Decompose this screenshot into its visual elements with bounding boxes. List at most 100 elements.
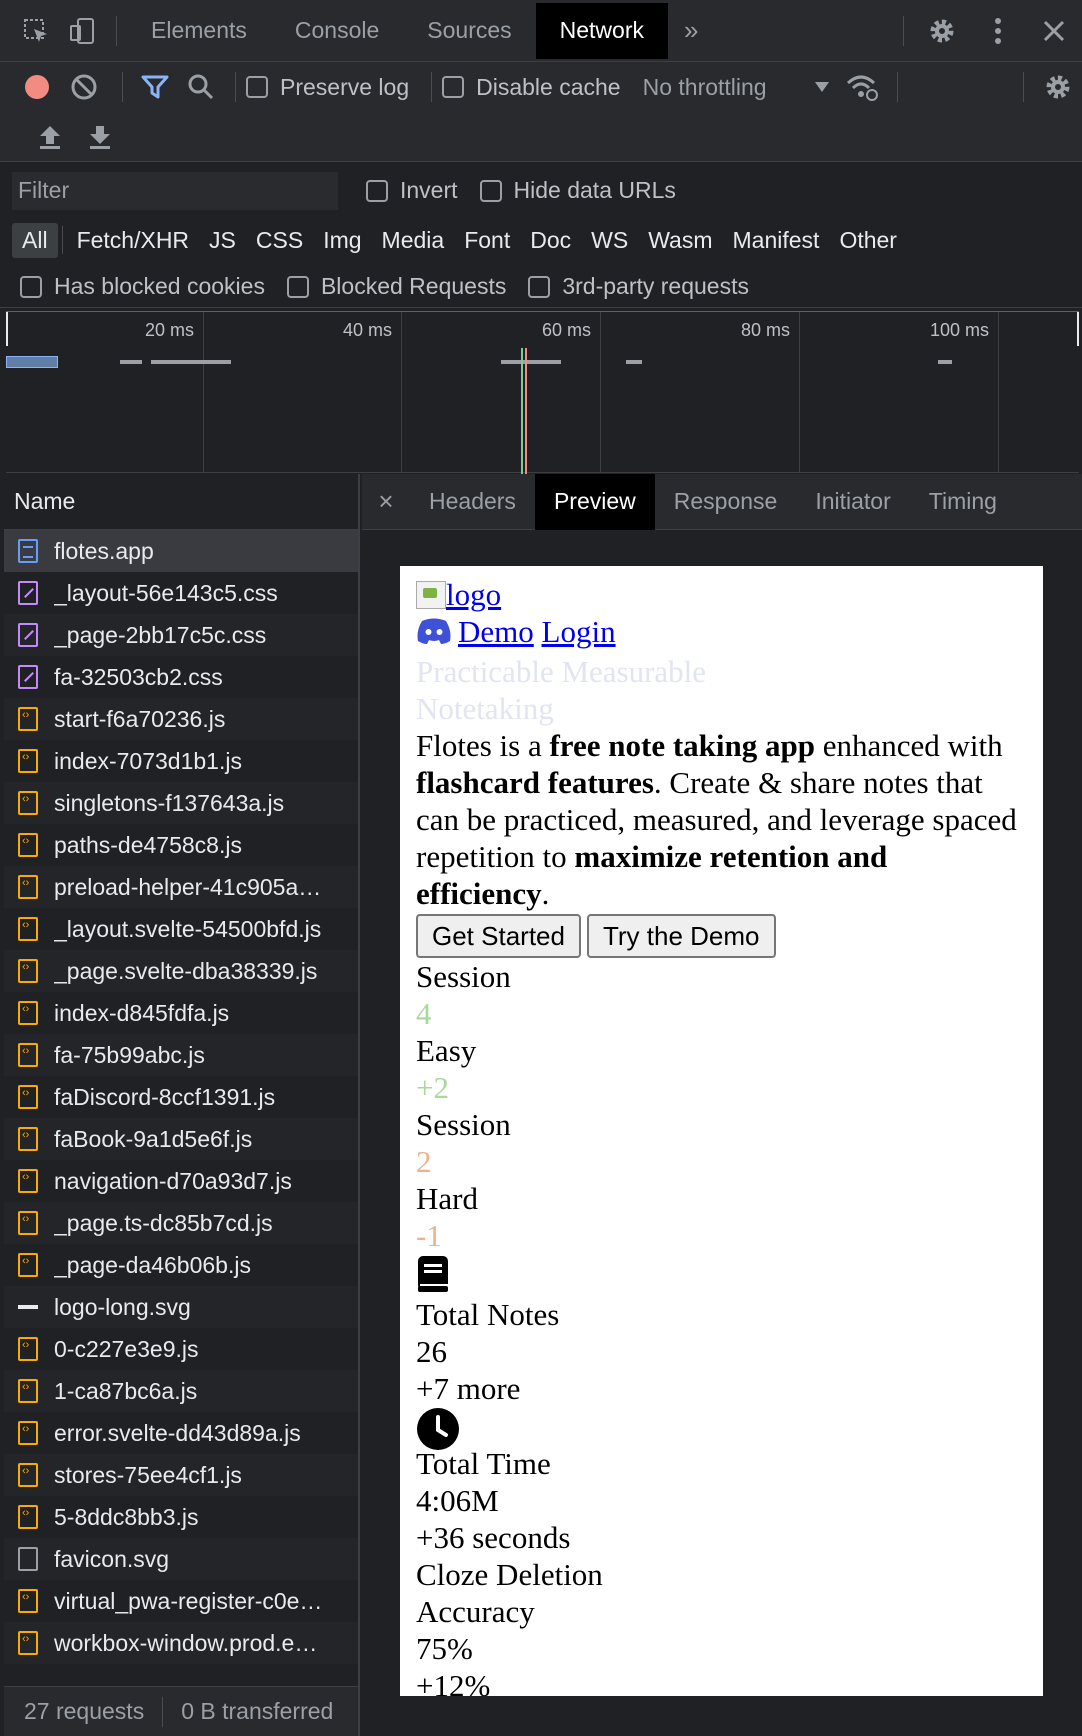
timeline-right-handle[interactable] — [1077, 312, 1079, 346]
hide-data-urls-checkbox[interactable] — [479, 179, 502, 202]
file-js-icon — [18, 1379, 38, 1403]
import-har-icon[interactable] — [22, 124, 78, 150]
request-row[interactable]: favicon.svg — [4, 1538, 358, 1580]
tab-network[interactable]: Network — [535, 2, 668, 59]
request-row[interactable]: 5-8ddc8bb3.js — [4, 1496, 358, 1538]
request-row[interactable]: navigation-d70a93d7.js — [4, 1160, 358, 1202]
request-row[interactable]: virtual_pwa-register-c0e… — [4, 1580, 358, 1622]
filter-funnel-icon[interactable] — [133, 73, 177, 101]
inspect-element-icon[interactable] — [14, 17, 58, 45]
demo-link[interactable]: Demo — [458, 614, 534, 649]
file-js-icon — [18, 1169, 38, 1193]
request-row[interactable]: _layout-56e143c5.css — [4, 572, 358, 614]
request-count: 27 requests — [24, 1698, 145, 1724]
timeline-left-handle[interactable] — [6, 312, 8, 346]
timeline-tick: 40 ms — [343, 320, 393, 340]
tab-headers[interactable]: Headers — [410, 474, 535, 530]
name-column-header[interactable]: Name — [4, 474, 358, 530]
tab-timing[interactable]: Timing — [910, 474, 1016, 530]
tab-console[interactable]: Console — [271, 3, 403, 59]
login-link[interactable]: Login — [542, 614, 616, 649]
request-row[interactable]: 1-ca87bc6a.js — [4, 1370, 358, 1412]
request-row[interactable]: index-d845fdfa.js — [4, 992, 358, 1034]
type-manifest[interactable]: Manifest — [723, 223, 830, 258]
type-font[interactable]: Font — [454, 223, 520, 258]
request-row[interactable]: _page.ts-dc85b7cd.js — [4, 1202, 358, 1244]
file-js-icon — [18, 1253, 38, 1277]
type-ws[interactable]: WS — [581, 223, 638, 258]
request-row[interactable]: index-7073d1b1.js — [4, 740, 358, 782]
request-row[interactable]: fa-32503cb2.css — [4, 656, 358, 698]
close-detail-icon[interactable]: × — [362, 486, 410, 517]
network-settings-gear-icon[interactable] — [1034, 72, 1082, 102]
logo-link[interactable]: logo — [446, 577, 501, 612]
discord-icon[interactable] — [416, 616, 452, 653]
request-row[interactable]: _page-2bb17c5c.css — [4, 614, 358, 656]
request-row[interactable]: paths-de4758c8.js — [4, 824, 358, 866]
close-devtools-icon[interactable] — [1026, 20, 1082, 42]
stat-label: Session — [416, 959, 511, 994]
request-row[interactable]: preload-helper-41c905a… — [4, 866, 358, 908]
type-wasm[interactable]: Wasm — [638, 223, 722, 258]
filter-input[interactable]: Filter — [12, 171, 338, 210]
blocked-requests-checkbox[interactable] — [286, 275, 309, 298]
request-row[interactable]: _page.svelte-dba38339.js — [4, 950, 358, 992]
request-row[interactable]: _page-da46b06b.js — [4, 1244, 358, 1286]
request-row[interactable]: 0-c227e3e9.js — [4, 1328, 358, 1370]
third-party-requests-checkbox[interactable] — [528, 275, 551, 298]
file-js-icon — [18, 875, 38, 899]
has-blocked-cookies-checkbox[interactable] — [20, 275, 42, 298]
export-har-icon[interactable] — [78, 124, 122, 150]
more-options-icon[interactable] — [970, 17, 1026, 45]
request-row[interactable]: faBook-9a1d5e6f.js — [4, 1118, 358, 1160]
try-demo-button[interactable]: Try the Demo — [586, 914, 776, 958]
type-media[interactable]: Media — [372, 223, 455, 258]
divider — [431, 72, 433, 102]
request-name: fa-75b99abc.js — [54, 1041, 205, 1068]
disable-cache-checkbox[interactable] — [442, 76, 465, 98]
throttling-select[interactable]: No throttling — [643, 74, 767, 101]
clear-icon[interactable] — [56, 73, 112, 101]
request-name: navigation-d70a93d7.js — [54, 1167, 292, 1194]
request-row[interactable]: fa-75b99abc.js — [4, 1034, 358, 1076]
type-doc[interactable]: Doc — [520, 223, 581, 258]
request-row[interactable]: flotes.app — [4, 530, 358, 572]
settings-gear-icon[interactable] — [914, 16, 970, 46]
search-icon[interactable] — [177, 73, 225, 101]
network-toolbar: Preserve log Disable cache No throttling — [0, 62, 1082, 112]
network-conditions-icon[interactable] — [837, 73, 887, 101]
request-row[interactable]: stores-75ee4cf1.js — [4, 1454, 358, 1496]
tab-response[interactable]: Response — [655, 474, 797, 530]
tab-initiator[interactable]: Initiator — [796, 474, 909, 530]
get-started-button[interactable]: Get Started — [416, 914, 581, 958]
type-js[interactable]: JS — [199, 223, 246, 258]
request-name: faBook-9a1d5e6f.js — [54, 1125, 253, 1152]
accuracy-label: Accuracy — [416, 1594, 535, 1629]
type-img[interactable]: Img — [313, 223, 371, 258]
request-row[interactable]: singletons-f137643a.js — [4, 782, 358, 824]
request-row[interactable]: start-f6a70236.js — [4, 698, 358, 740]
request-row[interactable]: _layout.svelte-54500bfd.js — [4, 908, 358, 950]
divider — [116, 15, 117, 46]
timeline-overview[interactable]: 20 ms 40 ms 60 ms 80 ms 100 ms — [6, 311, 1079, 474]
tab-preview[interactable]: Preview — [534, 473, 655, 530]
request-row[interactable]: faDiscord-8ccf1391.js — [4, 1076, 358, 1118]
type-fetch-xhr[interactable]: Fetch/XHR — [67, 223, 199, 258]
request-row[interactable]: logo-long.svg — [4, 1286, 358, 1328]
tab-elements[interactable]: Elements — [127, 3, 271, 59]
dom-content-loaded-marker — [521, 348, 523, 474]
preserve-log-checkbox[interactable] — [246, 76, 268, 98]
invert-checkbox[interactable] — [366, 179, 388, 202]
timeline-bar — [120, 360, 142, 364]
total-time-value: 4:06M — [416, 1483, 499, 1518]
request-row[interactable]: workbox-window.prod.e… — [4, 1622, 358, 1664]
device-toolbar-icon[interactable] — [58, 16, 106, 46]
record-icon[interactable] — [18, 73, 56, 101]
tab-sources[interactable]: Sources — [403, 3, 535, 59]
type-css[interactable]: CSS — [246, 223, 313, 258]
type-other[interactable]: Other — [829, 223, 907, 258]
request-row[interactable]: error.svelte-dd43d89a.js — [4, 1412, 358, 1454]
more-tabs-button[interactable]: » — [668, 3, 714, 59]
dropdown-arrow-icon[interactable] — [807, 82, 837, 92]
type-all[interactable]: All — [12, 222, 58, 258]
